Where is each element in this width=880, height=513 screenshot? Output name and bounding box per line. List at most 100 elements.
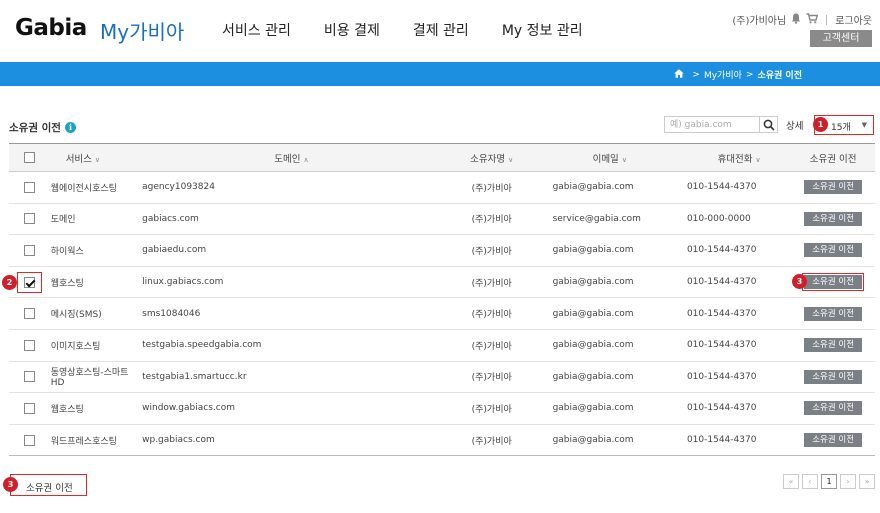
nav-billing[interactable]: 비용 결제 [324, 20, 380, 40]
row-checkbox[interactable] [23, 213, 35, 225]
breadcrumb-my-gabia[interactable]: My가비아 [704, 68, 742, 81]
row-checkbox[interactable] [23, 308, 35, 320]
cell-phone: 010-1544-4370 [666, 424, 792, 457]
cell-owner: (주)가비아 [440, 424, 543, 457]
chevron-down-icon: ∨ [94, 155, 101, 164]
nav-service-management[interactable]: 서비스 관리 [222, 20, 291, 40]
cell-service: 메시징(SMS) [49, 297, 141, 330]
header-service[interactable]: 서비스 ∨ [49, 143, 141, 172]
bell-icon[interactable] [791, 13, 801, 27]
user-area: (주)가비아님 로그아웃 [732, 12, 872, 27]
row-transfer-button[interactable]: 소유권 이전 [804, 306, 863, 321]
home-icon[interactable] [674, 68, 685, 81]
row-transfer-button[interactable]: 소유권 이전 [804, 338, 863, 353]
nav-payment-management[interactable]: 결제 관리 [413, 20, 469, 40]
breadcrumb-separator: > [745, 69, 754, 80]
header-owner[interactable]: 소유자명 ∨ [440, 143, 543, 172]
row-transfer-button[interactable]: 소유권 이전 [804, 180, 863, 195]
row-checkbox[interactable] [23, 244, 35, 256]
cell-email: gabia@gabia.com [542, 361, 667, 394]
search-button[interactable] [759, 116, 778, 133]
header-phone[interactable]: 휴대전화 ∨ [666, 143, 792, 172]
cell-service: 웹에이전시호스팅 [49, 171, 141, 204]
row-select-cell [9, 424, 50, 457]
gabia-logo[interactable]: Gabia [15, 15, 87, 41]
row-transfer-button[interactable]: 소유권 이전 [804, 401, 863, 416]
my-gabia-brand[interactable]: My가비아 [100, 16, 184, 45]
cell-email: gabia@gabia.com [542, 266, 667, 299]
search-input[interactable]: 예) gabia.com [664, 116, 760, 133]
checkbox-highlight [16, 271, 42, 293]
select-all-checkbox[interactable] [23, 152, 35, 163]
chevron-up-icon: ∧ [303, 155, 309, 164]
cell-phone: 010-1544-4370 [666, 266, 792, 299]
info-icon[interactable]: i [64, 122, 76, 133]
cell-domain: gabiacs.com [140, 203, 441, 236]
row-checkbox[interactable] [23, 276, 35, 288]
nav-my-info[interactable]: My 정보 관리 [502, 20, 583, 40]
page-next-button[interactable]: › [840, 474, 856, 489]
cell-owner: (주)가비아 [440, 234, 543, 267]
row-select-cell [9, 297, 50, 330]
cell-action: 소유권 이전 [791, 171, 875, 204]
row-transfer-button[interactable]: 소유권 이전 [804, 433, 863, 448]
row-select-cell [9, 329, 50, 362]
page-number-current[interactable]: 1 [821, 474, 837, 489]
page-first-button[interactable]: « [783, 474, 799, 489]
row-transfer-button[interactable]: 소유권 이전 [804, 243, 863, 258]
cell-email: gabia@gabia.com [542, 297, 667, 330]
cell-owner: (주)가비아 [440, 266, 543, 299]
cell-service: 웹호스팅 [49, 392, 141, 425]
row-checkbox[interactable] [23, 371, 35, 383]
cell-domain: testgabia.speedgabia.com [140, 329, 441, 362]
row-transfer-button[interactable]: 소유권 이전 [804, 211, 863, 226]
table-row: 워드프레스호스팅 wp.gabiacs.com (주)가비아 gabia@gabia.… [9, 424, 875, 457]
cell-owner: (주)가비아 [440, 329, 543, 362]
page-last-button[interactable]: » [859, 474, 875, 489]
header-email[interactable]: 이메일 ∨ [542, 143, 667, 172]
row-transfer-button[interactable]: 소유권 이전 [804, 369, 863, 384]
table-row: 웹호스팅 linux.gabiacs.com (주)가비아 gabia@gabia.c… [9, 266, 875, 299]
row-transfer-button[interactable]: 소유권 이전 [802, 273, 865, 292]
main-nav: 서비스 관리 비용 결제 결제 관리 My 정보 관리 [222, 20, 616, 40]
cart-icon[interactable] [806, 12, 819, 27]
user-name: (주)가비아님 [732, 16, 787, 27]
divider [826, 14, 828, 25]
breadcrumb-separator: > [692, 69, 700, 80]
cell-action: 소유권 이전 [791, 361, 875, 394]
detail-search-toggle[interactable]: 상세 [786, 118, 803, 132]
page-size-value: 15개 [831, 123, 851, 133]
row-checkbox[interactable] [23, 181, 35, 193]
cell-phone: 010-000-0000 [666, 203, 792, 236]
table-header-row: 서비스 ∨ 도메인 ∧ 소유자명 ∨ 이메일 ∨ 휴대전화 ∨ 소유권 이전 [9, 143, 875, 172]
row-checkbox[interactable] [23, 339, 35, 351]
cell-domain: testgabia1.smartucc.kr [140, 361, 441, 394]
cell-domain: agency1093824 [140, 171, 441, 204]
pagination: « ‹ 1 › » [780, 474, 875, 489]
cell-action: 소유권 이전 [791, 424, 875, 457]
table-row: 도메인 gabiacs.com (주)가비아 service@gabia.com 010… [9, 203, 875, 236]
select-all-cell [9, 143, 50, 172]
chevron-down-icon: ▼ [861, 121, 867, 129]
row-select-cell [9, 361, 50, 394]
cell-action: 소유권 이전 [791, 297, 875, 330]
annotation-badge-3-bottom: 3 [3, 477, 18, 492]
table-row: 웹호스팅 window.gabiacs.com (주)가비아 gabia@gabia.… [9, 392, 875, 425]
cell-domain: sms1084046 [140, 297, 441, 330]
cell-owner: (주)가비아 [440, 361, 543, 394]
row-checkbox[interactable] [23, 434, 35, 446]
chevron-down-icon: ∨ [621, 155, 627, 164]
cell-owner: (주)가비아 [440, 297, 543, 330]
cell-service: 워드프레스호스팅 [49, 424, 141, 457]
row-select-cell [9, 203, 50, 236]
logout-link[interactable]: 로그아웃 [835, 12, 872, 27]
header-domain[interactable]: 도메인 ∧ [140, 143, 441, 172]
transfer-selected-button[interactable]: 소유권 이전 [10, 474, 87, 496]
cell-phone: 010-1544-4370 [666, 234, 792, 267]
cell-email: gabia@gabia.com [542, 392, 667, 425]
customer-center-button[interactable]: 고객센터 [810, 30, 872, 47]
page-title: 소유권 이전 i [9, 120, 76, 135]
row-checkbox[interactable] [23, 402, 35, 414]
page-prev-button[interactable]: ‹ [802, 474, 818, 489]
cell-action: 소유권 이전 [791, 392, 875, 425]
